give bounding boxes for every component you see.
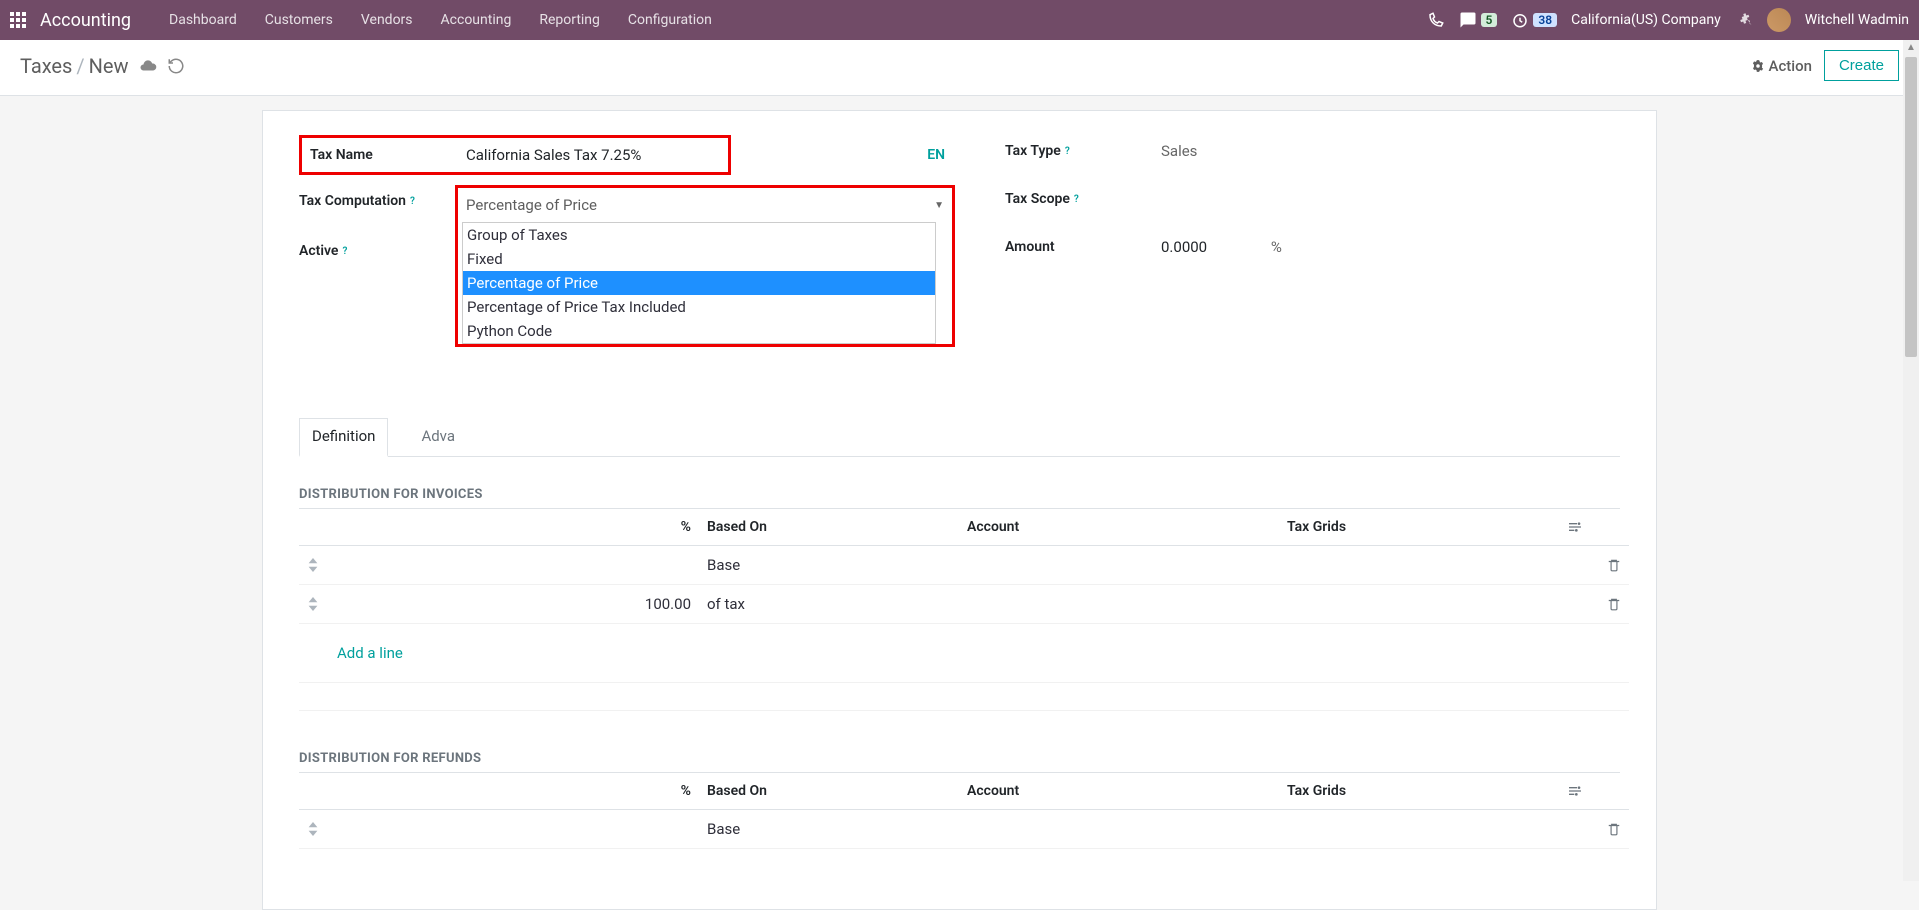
drag-handle-icon[interactable] [299,585,329,624]
col-account[interactable]: Account [959,509,1279,546]
user-menu[interactable]: Witchell Wadmin [1805,12,1909,28]
col-percent[interactable]: % [329,773,699,810]
tax-comp-options: Group of Taxes Fixed Percentage of Price… [462,222,936,344]
cell-percent[interactable] [329,546,699,585]
tax-comp-dropdown[interactable]: Percentage of Price ▼ Group of Taxes Fix… [455,185,955,347]
tax-name-label: Tax Name [310,147,466,163]
scrollbar-thumb[interactable] [1905,57,1917,357]
table-row[interactable]: 100.00 of tax [299,585,1629,624]
amount-label: Amount [1005,239,1161,255]
cell-account[interactable] [959,585,1279,624]
amount-value[interactable]: 0.0000 [1161,238,1207,256]
breadcrumb-root[interactable]: Taxes [20,54,72,78]
col-tax-grids[interactable]: Tax Grids [1279,773,1559,810]
delete-row-icon[interactable] [1599,585,1629,624]
scroll-up-arrow[interactable]: ▲ [1903,40,1919,55]
table-row[interactable]: Base [299,810,1629,849]
invoices-table: % Based On Account Tax Grids Base [299,509,1629,711]
control-panel: Taxes / New Action Create [0,40,1919,96]
voip-icon[interactable] [1427,11,1445,29]
messages-badge: 5 [1481,13,1498,27]
drag-handle-icon[interactable] [299,810,329,849]
action-label: Action [1769,57,1812,75]
cell-based-on[interactable]: of tax [699,585,959,624]
cell-percent[interactable] [329,810,699,849]
col-account[interactable]: Account [959,773,1279,810]
tax-type-label: Tax Type [1005,143,1061,159]
adjust-columns-icon[interactable] [1559,773,1599,810]
debug-icon[interactable] [1735,11,1753,29]
col-based-on[interactable]: Based On [699,509,959,546]
help-icon[interactable]: ? [342,246,347,257]
company-switcher[interactable]: California(US) Company [1571,12,1721,28]
messages-icon[interactable]: 5 [1459,11,1498,29]
cell-tax-grids[interactable] [1279,546,1559,585]
brand[interactable]: Accounting [40,10,131,31]
tab-definition[interactable]: Definition [299,418,388,457]
tax-comp-option[interactable]: Group of Taxes [463,223,935,247]
action-menu[interactable]: Action [1751,57,1812,75]
cell-based-on[interactable]: Base [699,546,959,585]
cloud-unsaved-icon[interactable] [139,57,157,75]
vertical-scrollbar[interactable]: ▲ [1903,40,1919,881]
tax-name-field-wrap: Tax Name California Sales Tax 7.25% [299,135,731,175]
form-sheet: Tax Name California Sales Tax 7.25% EN T… [262,110,1657,910]
help-icon[interactable]: ? [1065,146,1070,157]
cell-based-on[interactable]: Base [699,810,959,849]
col-tax-grids[interactable]: Tax Grids [1279,509,1559,546]
timer-icon[interactable]: 38 [1511,11,1557,29]
tax-comp-toggle[interactable]: Percentage of Price ▼ [462,192,948,218]
nav-customers[interactable]: Customers [251,0,347,40]
adjust-columns-icon[interactable] [1559,509,1599,546]
nav-vendors[interactable]: Vendors [347,0,427,40]
amount-suffix: % [1271,238,1282,256]
tax-comp-option[interactable]: Percentage of Price [463,271,935,295]
tax-scope-label: Tax Scope [1005,191,1070,207]
apps-grid-icon[interactable] [10,12,26,28]
breadcrumb-current: New [89,54,129,78]
col-percent[interactable]: % [329,509,699,546]
section-invoices-title: DISTRIBUTION FOR INVOICES [299,487,1620,509]
tax-comp-value: Percentage of Price [466,196,597,214]
nav-dashboard[interactable]: Dashboard [155,0,251,40]
avatar[interactable] [1767,8,1791,32]
delete-row-icon[interactable] [1599,810,1629,849]
col-based-on[interactable]: Based On [699,773,959,810]
refunds-table: % Based On Account Tax Grids Base [299,773,1629,849]
breadcrumb-sep: / [76,54,84,78]
section-refunds-title: DISTRIBUTION FOR REFUNDS [299,751,1620,773]
add-line-button[interactable]: Add a line [337,634,1621,672]
nav-configuration[interactable]: Configuration [614,0,726,40]
delete-row-icon[interactable] [1599,546,1629,585]
tax-comp-label: Tax Computation [299,193,406,209]
cell-percent[interactable]: 100.00 [329,585,699,624]
lang-badge[interactable]: EN [927,147,955,163]
cell-tax-grids[interactable] [1279,585,1559,624]
cell-tax-grids[interactable] [1279,810,1559,849]
table-row[interactable]: Base [299,546,1629,585]
cell-account[interactable] [959,546,1279,585]
timer-badge: 38 [1533,13,1557,27]
tax-comp-option[interactable]: Python Code [463,319,935,343]
active-label: Active [299,243,338,259]
main-navbar: Accounting Dashboard Customers Vendors A… [0,0,1919,40]
nav-accounting[interactable]: Accounting [427,0,526,40]
cell-account[interactable] [959,810,1279,849]
tax-name-value[interactable]: California Sales Tax 7.25% [466,146,720,164]
chevron-down-icon: ▼ [934,200,944,211]
discard-icon[interactable] [167,57,185,75]
tax-comp-option[interactable]: Fixed [463,247,935,271]
tax-comp-option[interactable]: Percentage of Price Tax Included [463,295,935,319]
help-icon[interactable]: ? [1074,194,1079,205]
breadcrumb: Taxes / New [20,54,129,78]
create-button[interactable]: Create [1824,50,1899,81]
form-tabs: Definition Adva [299,417,1620,457]
help-icon[interactable]: ? [410,196,415,207]
tax-type-value[interactable]: Sales [1161,142,1620,160]
drag-handle-icon[interactable] [299,546,329,585]
tab-advanced[interactable]: Adva [408,418,468,457]
nav-reporting[interactable]: Reporting [525,0,614,40]
